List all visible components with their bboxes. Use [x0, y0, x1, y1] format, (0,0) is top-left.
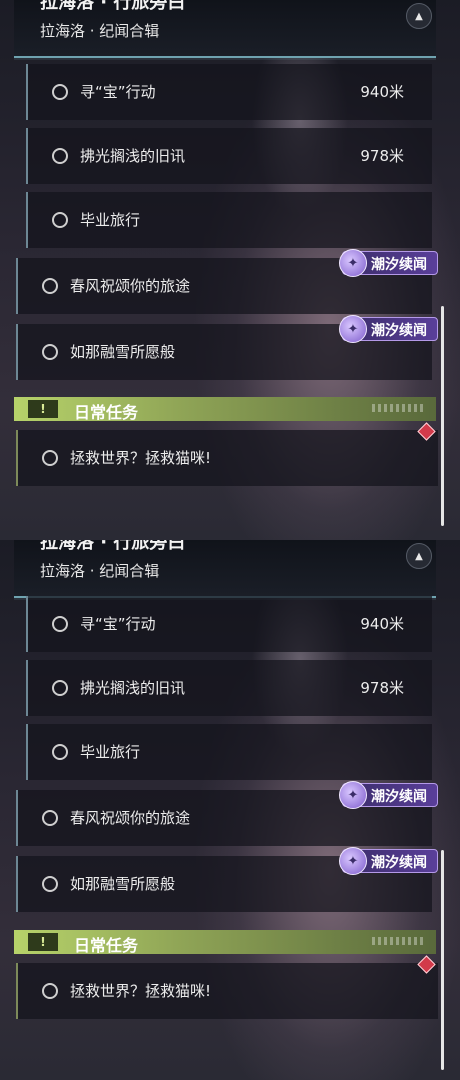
event-badge: ✦ 潮汐续闻: [339, 315, 438, 343]
radio-icon: [52, 84, 68, 100]
radio-icon: [52, 148, 68, 164]
exclamation-icon: !: [28, 400, 58, 418]
radio-icon: [52, 680, 68, 696]
daily-section-header[interactable]: ! 日常任务: [14, 930, 436, 955]
quest-name: 春风祝颂你的旅途: [70, 277, 191, 295]
quest-group-header[interactable]: 拉海洛 · 行旅旁白 拉海洛 · 纪闻合辑 ▲: [14, 0, 436, 58]
quest-group-header[interactable]: 拉海洛 · 行旅旁白 拉海洛 · 纪闻合辑 ▲: [14, 540, 436, 598]
quest-row[interactable]: 拂光搁浅的旧讯 978米: [26, 128, 432, 184]
quest-panel: 拉海洛 · 行旅旁白 拉海洛 · 纪闻合辑 ▲ 寻“宝”行动 940米 拂光搁浅…: [0, 540, 460, 1080]
quest-name: 毕业旅行: [80, 743, 141, 761]
radio-icon: [42, 344, 58, 360]
quest-row[interactable]: 拯救世界？拯救猫咪!: [16, 963, 438, 1019]
quest-row[interactable]: 寻“宝”行动 940米: [26, 64, 432, 120]
quest-name: 如那融雪所愿般: [70, 875, 176, 893]
quest-row[interactable]: 毕业旅行: [26, 192, 432, 248]
radio-icon: [42, 983, 58, 999]
feather-sparkle-icon: ✦: [339, 847, 367, 875]
scrollbar[interactable]: [441, 850, 444, 1070]
quest-group-subtitle: 拉海洛 · 纪闻合辑: [40, 22, 160, 40]
chevron-up-icon[interactable]: ▲: [406, 3, 432, 29]
scrollbar[interactable]: [441, 306, 444, 526]
feather-sparkle-icon: ✦: [339, 249, 367, 277]
quest-row[interactable]: 拂光搁浅的旧讯 978米: [26, 660, 432, 716]
exclamation-icon: !: [28, 933, 58, 951]
quest-row[interactable]: 拯救世界？拯救猫咪!: [16, 430, 438, 486]
event-badge: ✦ 潮汐续闻: [339, 781, 438, 809]
quest-row[interactable]: 寻“宝”行动 940米: [26, 596, 432, 652]
section-label: 日常任务: [74, 403, 139, 422]
feather-sparkle-icon: ✦: [339, 315, 367, 343]
quest-name: 寻“宝”行动: [80, 615, 156, 633]
quest-distance: 978米: [360, 147, 404, 165]
section-label: 日常任务: [74, 936, 139, 955]
daily-section-header[interactable]: ! 日常任务: [14, 397, 436, 422]
feather-sparkle-icon: ✦: [339, 781, 367, 809]
radio-icon: [52, 212, 68, 228]
radio-icon: [52, 616, 68, 632]
quest-group-title: 拉海洛 · 行旅旁白: [40, 540, 186, 553]
quest-name: 寻“宝”行动: [80, 83, 156, 101]
quest-group-title: 拉海洛 · 行旅旁白: [40, 0, 186, 13]
decorative-stripes: [372, 937, 424, 945]
quest-name: 拂光搁浅的旧讯: [80, 147, 186, 165]
radio-icon: [42, 278, 58, 294]
quest-distance: 940米: [360, 83, 404, 101]
quest-name: 如那融雪所愿般: [70, 343, 176, 361]
radio-icon: [42, 810, 58, 826]
radio-icon: [52, 744, 68, 760]
quest-name: 拯救世界？拯救猫咪!: [70, 982, 212, 1000]
quest-distance: 940米: [360, 615, 404, 633]
event-badge-label: 潮汐续闻: [371, 323, 427, 339]
quest-name: 春风祝颂你的旅途: [70, 809, 191, 827]
radio-icon: [42, 876, 58, 892]
quest-name: 拂光搁浅的旧讯: [80, 679, 186, 697]
quest-panel: 拉海洛 · 行旅旁白 拉海洛 · 纪闻合辑 ▲ 寻“宝”行动 940米 拂光搁浅…: [0, 0, 460, 540]
event-badge-label: 潮汐续闻: [371, 855, 427, 871]
quest-group-subtitle: 拉海洛 · 纪闻合辑: [40, 562, 160, 580]
quest-distance: 978米: [360, 679, 404, 697]
event-badge-label: 潮汐续闻: [371, 257, 427, 273]
event-badge: ✦ 潮汐续闻: [339, 847, 438, 875]
decorative-stripes: [372, 404, 424, 412]
event-badge: ✦ 潮汐续闻: [339, 249, 438, 277]
event-badge-label: 潮汐续闻: [371, 789, 427, 805]
chevron-up-icon[interactable]: ▲: [406, 543, 432, 569]
quest-row[interactable]: 毕业旅行: [26, 724, 432, 780]
radio-icon: [42, 450, 58, 466]
quest-name: 毕业旅行: [80, 211, 141, 229]
quest-name: 拯救世界？拯救猫咪!: [70, 449, 212, 467]
